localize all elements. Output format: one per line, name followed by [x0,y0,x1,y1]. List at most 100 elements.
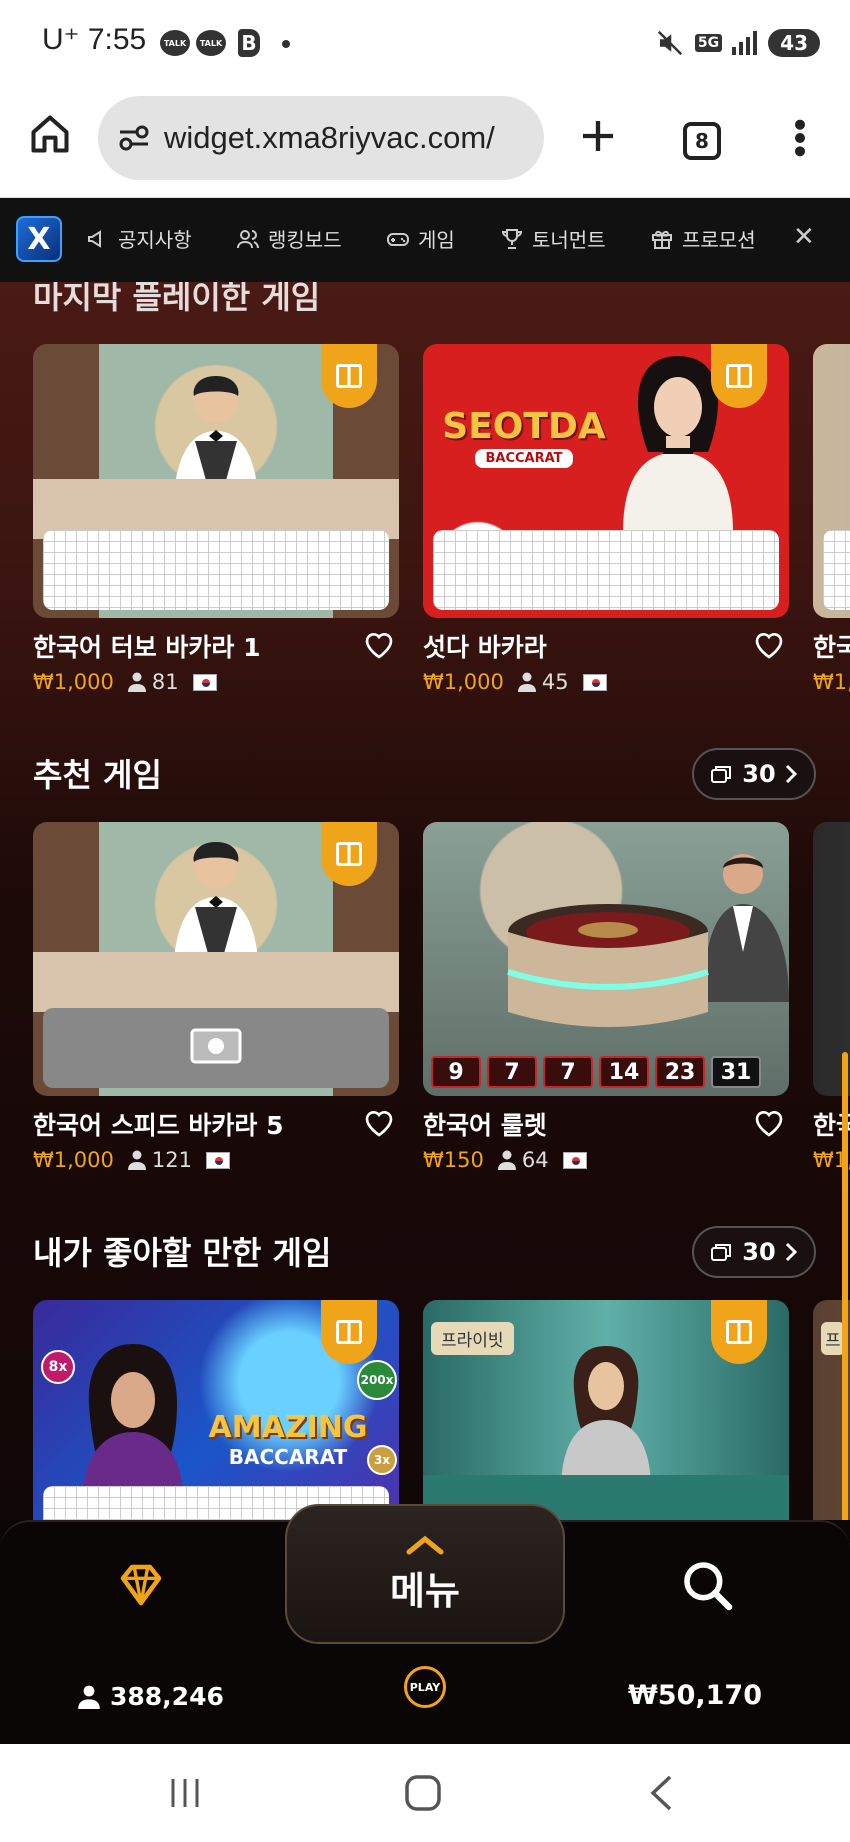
nav-item-notice[interactable]: 공지사항 [86,224,192,253]
game-thumbnail[interactable]: 프라이빗 [423,1300,789,1520]
game-thumbnail[interactable]: 9 7 7 14 23 31 [423,822,789,1096]
min-bet: ₩1,0 [813,670,850,694]
korea-flag-icon [582,673,607,691]
section-title-recent: 마지막 플레이한 게임 [33,282,321,316]
korea-flag-icon [205,1151,230,1169]
menu-button[interactable]: 메뉴 [285,1504,565,1644]
multiplier-badge: 200x [357,1360,397,1400]
search-icon[interactable] [680,1558,736,1614]
status-bar: U⁺ 7:55 TALK TALK B 5G 43 [0,0,850,90]
home-icon[interactable] [28,112,72,156]
min-bet: ₩150 [423,1148,484,1172]
game-card[interactable]: 한국어 스피드 바카라 5 ₩1,000 121 [33,822,399,1172]
address-bar[interactable]: widget.xma8riyvac.com/ [98,96,544,180]
player-count: 81 [151,670,179,694]
game-thumbnail[interactable] [33,822,399,1096]
game-title: 한국어 스피드 바카라 5 [33,1111,284,1140]
back-icon[interactable] [648,1774,674,1812]
tab-switcher-button[interactable]: 8 [683,122,721,160]
section-title-recommended: 추천 게임 [33,756,162,794]
gift-badge [321,1300,377,1364]
close-icon[interactable]: ✕ [793,222,815,252]
player-count: 45 [541,670,569,694]
battery-icon: 43 [768,29,820,57]
game-thumbnail[interactable] [33,344,399,618]
kakaotalk-icon: TALK [196,30,226,56]
min-bet: ₩1,000 [33,1148,114,1172]
korea-flag-icon [192,673,217,691]
nav-item-tournament[interactable]: 토너먼트 [500,224,606,253]
game-lobby[interactable]: 마지막 플레이한 게임 한국어 터보 바카라 1 ₩1,000 81 SEOTD… [0,282,850,1520]
game-thumbnail[interactable]: SEOTDA BACCARAT [423,344,789,618]
player-icon [497,1150,516,1170]
roulette-result: 14 [599,1056,649,1088]
game-card[interactable]: 9 7 7 14 23 31 한국어 룰렛 ₩150 64 [423,822,789,1172]
roulette-wheel [507,904,709,1027]
gift-badge [711,1300,767,1364]
cards-icon [711,766,732,783]
nav-item-ranking[interactable]: 랭킹보드 [236,224,342,253]
player-count: 64 [521,1148,549,1172]
baccarat-scoreboard [43,530,389,610]
favorites-gem-icon[interactable] [114,1558,168,1612]
network-5g-icon: 5G [694,34,723,52]
player-icon [78,1685,100,1709]
game-thumbnail[interactable] [813,344,850,618]
megaphone-icon [88,229,101,248]
table-surface [33,952,399,1012]
section-title-for-you: 내가 좋아할 만한 게임 [33,1234,332,1272]
game-title: 섯다 바카라 [423,633,547,662]
band-icon: B [238,29,260,57]
heart-icon[interactable] [753,630,785,660]
video-placeholder-icon [190,1028,242,1064]
seotda-logo: SEOTDA BACCARAT [442,406,606,468]
game-title: 한국어 터보 바카라 1 [33,633,261,662]
gift-badge [711,344,767,408]
home-button-icon[interactable] [404,1774,442,1812]
heart-icon[interactable] [753,1108,785,1138]
heart-icon[interactable] [363,1108,395,1138]
see-all-recommended-button[interactable]: 30 [692,748,816,800]
min-bet: ₩1,000 [423,670,504,694]
baccarat-scoreboard [823,530,850,610]
game-card[interactable]: 한국어 터보 바카라 1 ₩1,000 81 [33,344,399,694]
game-card-partial[interactable]: 한국 ₩1,0 [813,344,850,694]
nav-item-promotion[interactable]: 프로모션 [650,224,756,253]
chevron-up-icon [406,1535,444,1554]
recent-apps-icon[interactable] [168,1776,202,1810]
gift-badge [321,344,377,408]
game-title: 한국어 룰렛 [423,1111,547,1140]
trophy-icon [501,228,523,249]
game-thumbnail[interactable]: AMAZING BACCARAT 8x 200x 3x [33,1300,399,1520]
see-all-for-you-button[interactable]: 30 [692,1226,816,1278]
player-icon [127,1150,146,1170]
site-logo[interactable]: X [16,216,62,262]
game-card[interactable]: SEOTDA BACCARAT 섯다 바카라 ₩1,000 45 [423,344,789,694]
wallet-balance[interactable]: ₩50,170 [628,1680,762,1711]
scrollbar[interactable] [842,1052,848,1520]
heart-icon[interactable] [363,630,395,660]
game-card[interactable]: AMAZING BACCARAT 8x 200x 3x [33,1300,399,1520]
more-options-icon[interactable] [790,118,810,158]
pragmatic-play-logo: PLAY [404,1666,446,1708]
users-icon [237,229,259,248]
online-players: 388,246 [78,1682,224,1711]
roulette-result: 7 [543,1056,593,1088]
game-card[interactable]: 프라이빗 [423,1300,789,1520]
korea-flag-icon [562,1151,587,1169]
cards-icon [711,1244,732,1261]
amazing-baccarat-logo: AMAZING BACCARAT [208,1410,368,1469]
gift-icon [652,230,672,249]
player-icon [517,672,536,692]
roulette-result: 31 [711,1056,761,1088]
dealer-image [83,1344,183,1500]
chevron-right-icon [785,764,797,784]
multiplier-badge: 3x [367,1445,397,1475]
baccarat-scoreboard [433,530,779,610]
gift-badge [321,822,377,886]
notification-dot-icon [282,40,290,48]
site-settings-icon[interactable] [118,124,150,152]
nav-item-games[interactable]: 게임 [386,224,455,253]
url-text: widget.xma8riyvac.com/ [164,120,495,155]
new-tab-icon[interactable] [578,116,618,156]
